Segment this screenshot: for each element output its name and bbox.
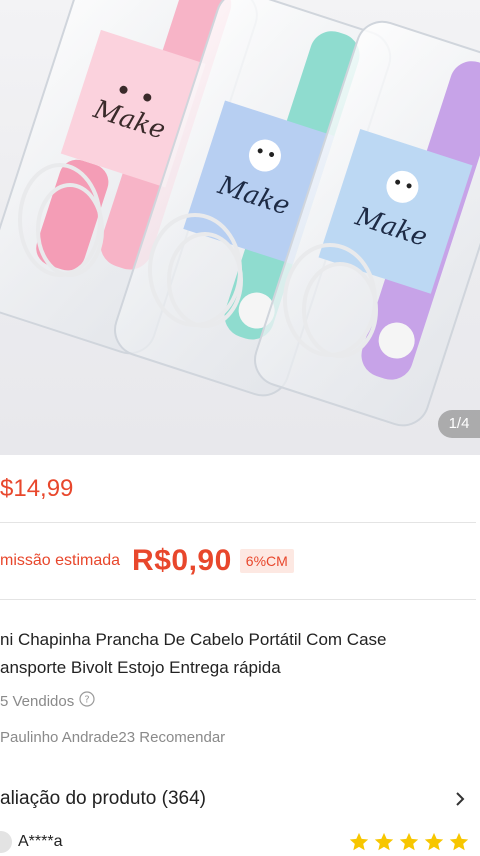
reviews-header[interactable]: aliação do produto (364)	[0, 786, 470, 812]
star-icon	[399, 832, 419, 851]
divider	[0, 599, 476, 600]
svg-text:?: ?	[85, 695, 90, 706]
commission-row: missão estimada R$0,90 6%CM	[0, 543, 294, 579]
star-icon	[449, 832, 469, 851]
chevron-right-icon[interactable]	[450, 789, 470, 809]
reviewer-name: A****a	[18, 833, 63, 850]
product-price: $14,99	[0, 475, 74, 502]
product-title-line-1: ni Chapinha Prancha De Cabelo Portátil C…	[0, 630, 387, 649]
commission-label: missão estimada	[0, 552, 121, 569]
recommendation-text: Paulinho Andrade23 Recomendar	[0, 729, 226, 746]
image-counter: 1/4	[438, 410, 480, 438]
product-image: Make Make Make	[0, 0, 480, 427]
product-title: ni Chapinha Prancha De Cabelo Portátil C…	[0, 626, 470, 682]
product-image-gallery[interactable]: Make Make Make 1/4	[0, 0, 480, 455]
sold-count: 5 Vendidos	[0, 692, 75, 710]
star-icon	[424, 832, 444, 851]
commission-badge: 6%CM	[239, 549, 294, 573]
star-icon	[374, 832, 394, 851]
sold-count-row: 5 Vendidos ?	[0, 691, 95, 711]
star-rating	[348, 831, 470, 853]
reviews-title: aliação do produto (364)	[0, 788, 206, 809]
product-title-line-2: ansporte Bivolt Estojo Entrega rápida	[0, 658, 281, 677]
help-icon[interactable]: ?	[79, 691, 95, 711]
star-icon	[349, 832, 369, 851]
commission-value: R$0,90	[132, 544, 232, 577]
avatar	[0, 831, 12, 853]
divider	[0, 522, 476, 523]
